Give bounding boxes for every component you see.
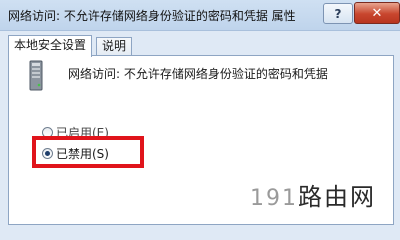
- close-button[interactable]: ✕: [354, 2, 400, 24]
- watermark-text: 路由网: [298, 183, 376, 211]
- tab-explain[interactable]: 说明: [96, 37, 133, 55]
- title-bar: 网络访问: 不允许存储网络身份验证的密码和凭据 属性 ? ✕: [0, 0, 400, 31]
- highlight-box: [32, 136, 144, 168]
- window-title: 网络访问: 不允许存储网络身份验证的密码和凭据 属性: [8, 9, 296, 23]
- help-button[interactable]: ?: [323, 3, 353, 24]
- watermark-number: 191: [250, 186, 298, 211]
- tab-local-security-setting[interactable]: 本地安全设置: [8, 35, 93, 57]
- watermark-logo: 191路由网: [250, 177, 376, 212]
- policy-name: 网络访问: 不允许存储网络身份验证的密码和凭据: [68, 67, 328, 81]
- server-icon: [29, 60, 43, 91]
